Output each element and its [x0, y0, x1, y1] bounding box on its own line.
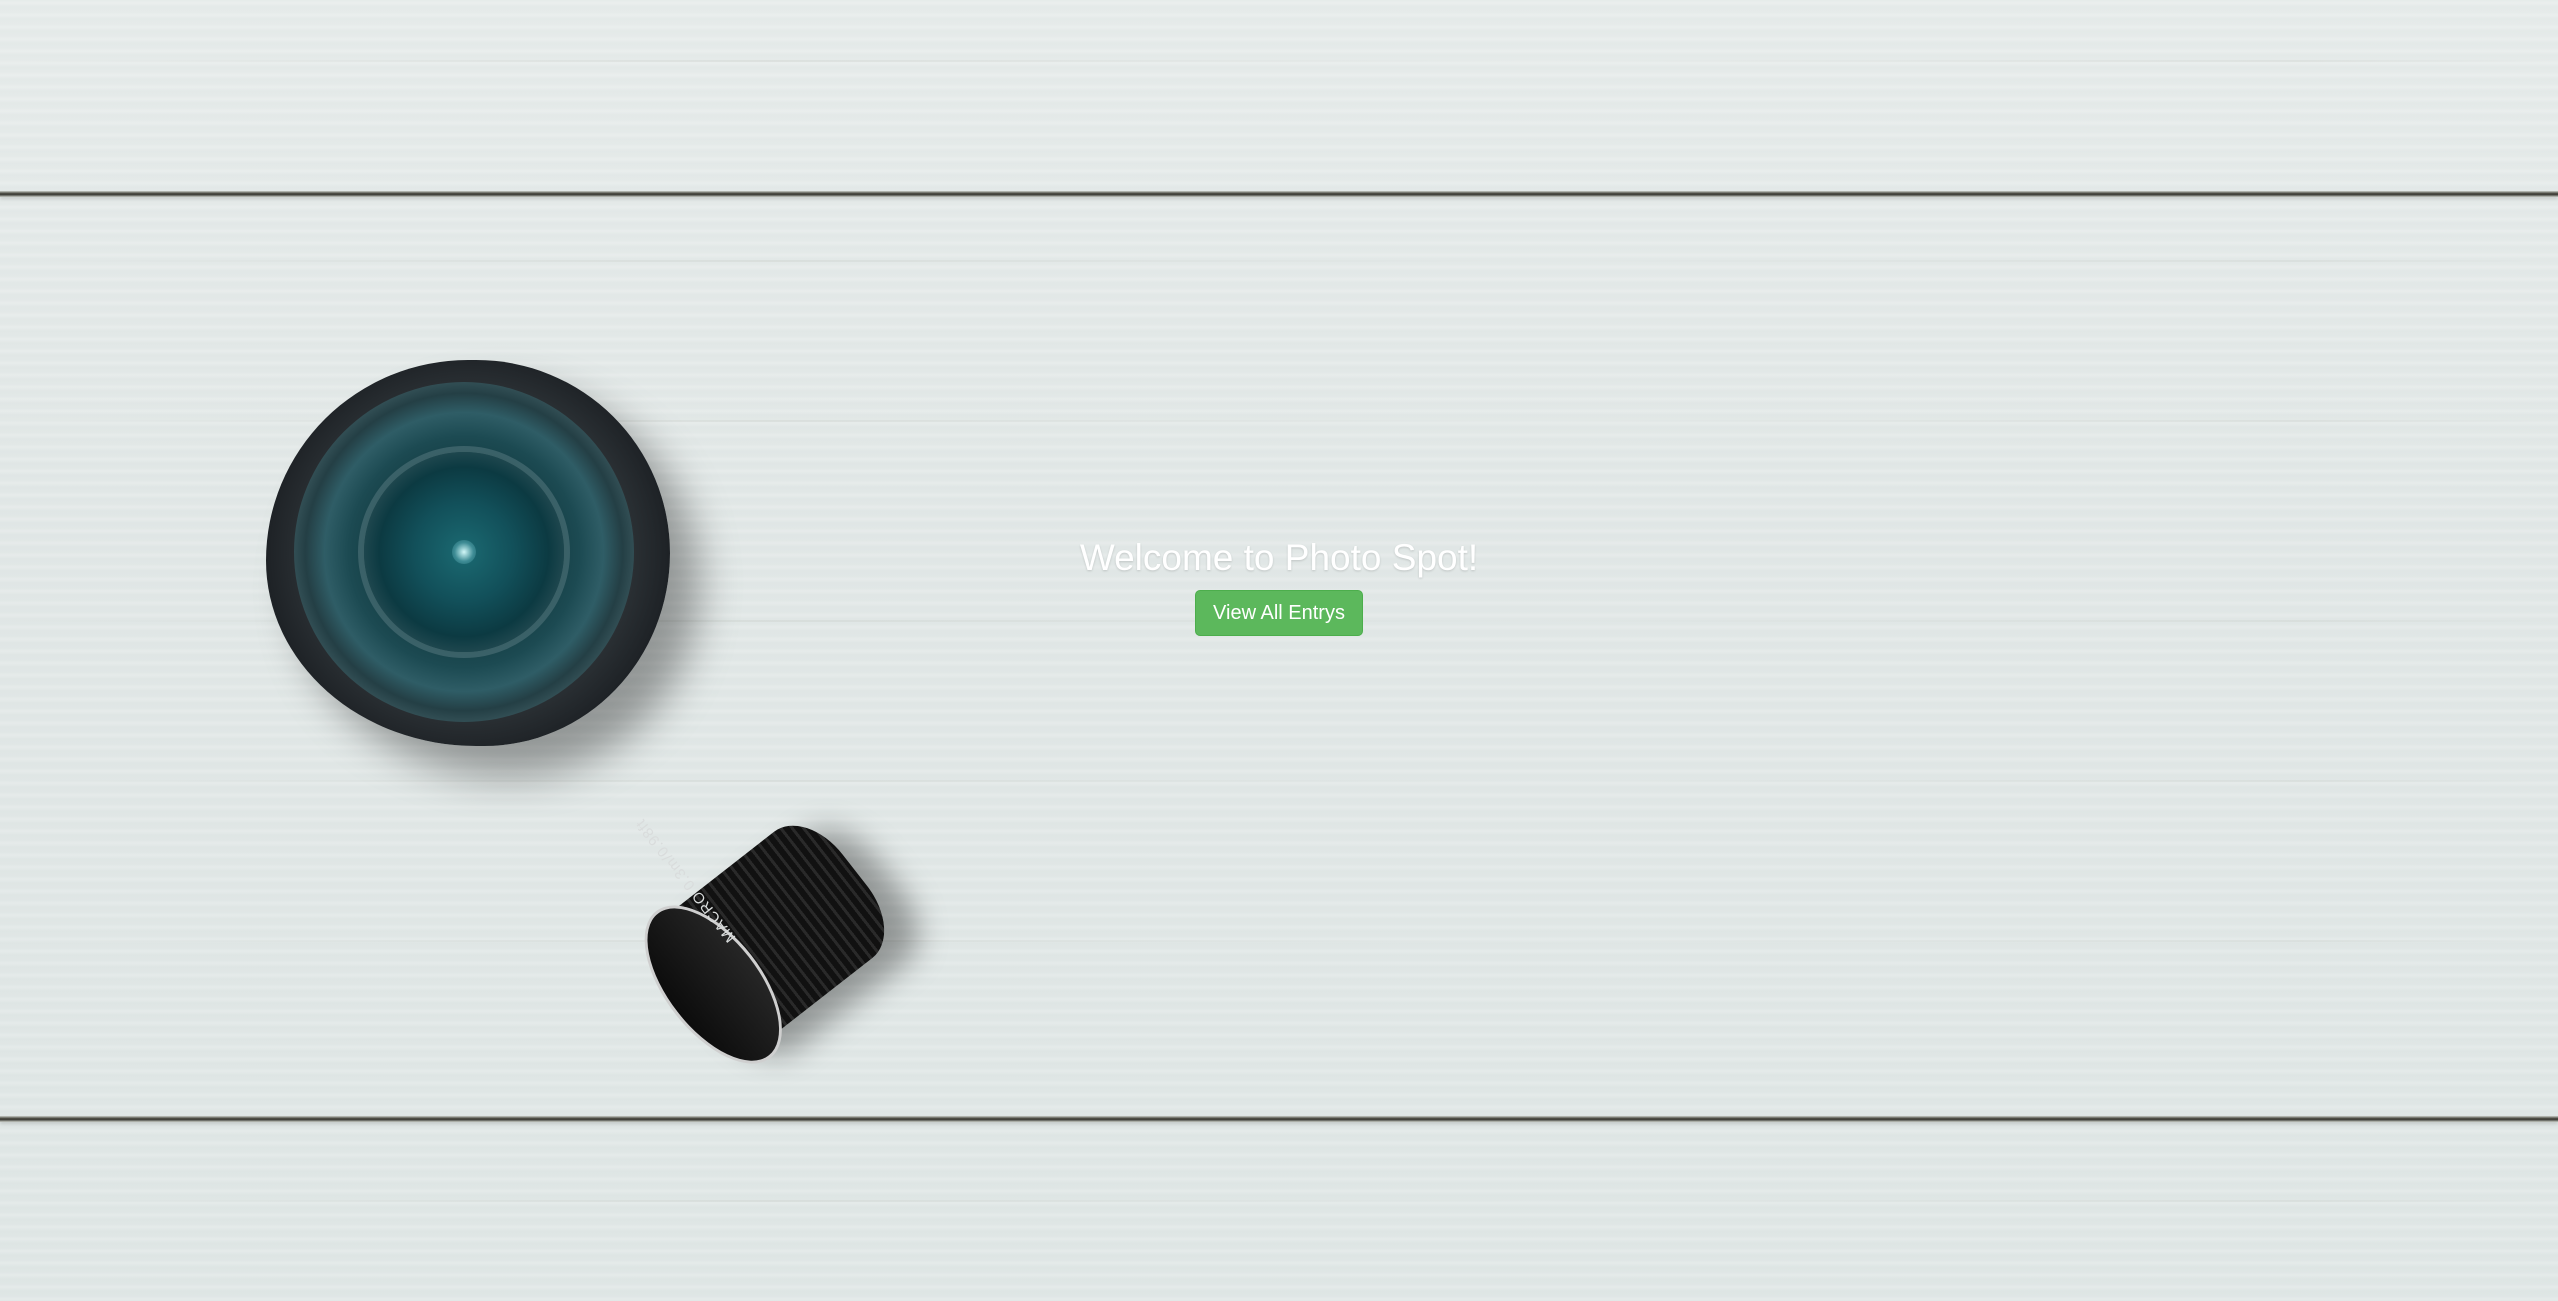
wood-grain	[0, 940, 2558, 942]
wood-plank-seam	[0, 1116, 2558, 1122]
wood-grain	[0, 60, 2558, 62]
page-title: Welcome to Photo Spot!	[1079, 537, 1479, 578]
wood-plank-seam	[0, 191, 2558, 197]
wood-grain	[0, 1200, 2558, 1202]
hero-content: Welcome to Photo Spot! View All Entrys	[0, 536, 2558, 636]
pancake-lens-image: MACRO 0.3m/0.98ft	[551, 719, 972, 1140]
hero-section: MACRO 0.3m/0.98ft Welcome to Photo Spot!…	[0, 0, 2558, 1301]
wood-grain	[0, 260, 2558, 262]
wood-grain	[0, 780, 2558, 782]
view-all-entries-button[interactable]: View All Entrys	[1195, 590, 1363, 636]
